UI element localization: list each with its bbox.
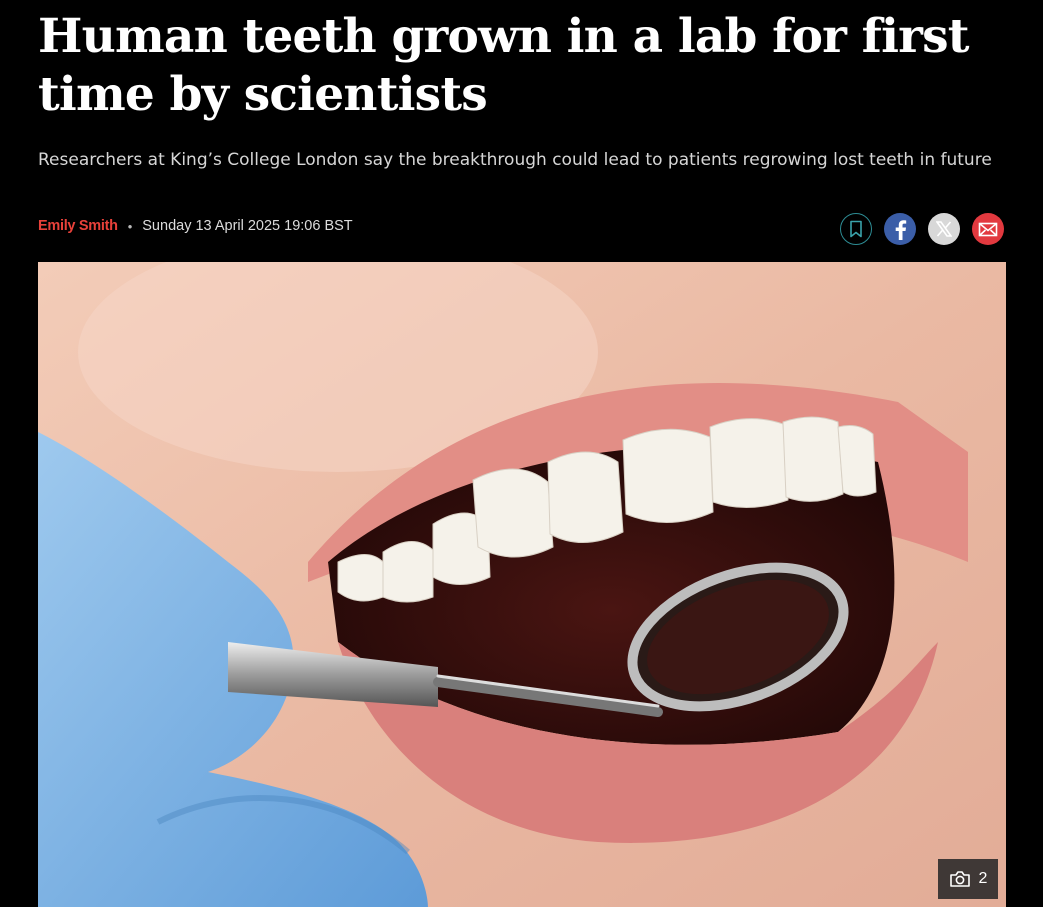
facebook-share-button[interactable] [884, 213, 916, 245]
facebook-icon [895, 220, 907, 240]
x-icon [936, 221, 952, 237]
standfirst: Researchers at King’s College London say… [38, 150, 992, 170]
headline: Human teeth grown in a lab for first tim… [38, 9, 969, 122]
email-icon [978, 222, 998, 236]
byline: Emily Smith • Sunday 13 April 2025 19:06… [38, 218, 353, 234]
camera-icon [949, 871, 970, 887]
x-share-button[interactable] [928, 213, 960, 245]
author-link[interactable]: Emily Smith [38, 218, 118, 234]
bookmark-icon [850, 220, 862, 238]
hero-image[interactable]: 2 [38, 262, 1006, 907]
gallery-button[interactable]: 2 [938, 859, 998, 899]
gallery-count: 2 [978, 870, 988, 887]
email-share-button[interactable] [972, 213, 1004, 245]
byline-separator: • [127, 218, 133, 234]
dental-photo [38, 262, 1006, 907]
publish-date: Sunday 13 April 2025 19:06 BST [142, 218, 353, 234]
bookmark-button[interactable] [840, 213, 872, 245]
share-bar [840, 213, 1004, 245]
